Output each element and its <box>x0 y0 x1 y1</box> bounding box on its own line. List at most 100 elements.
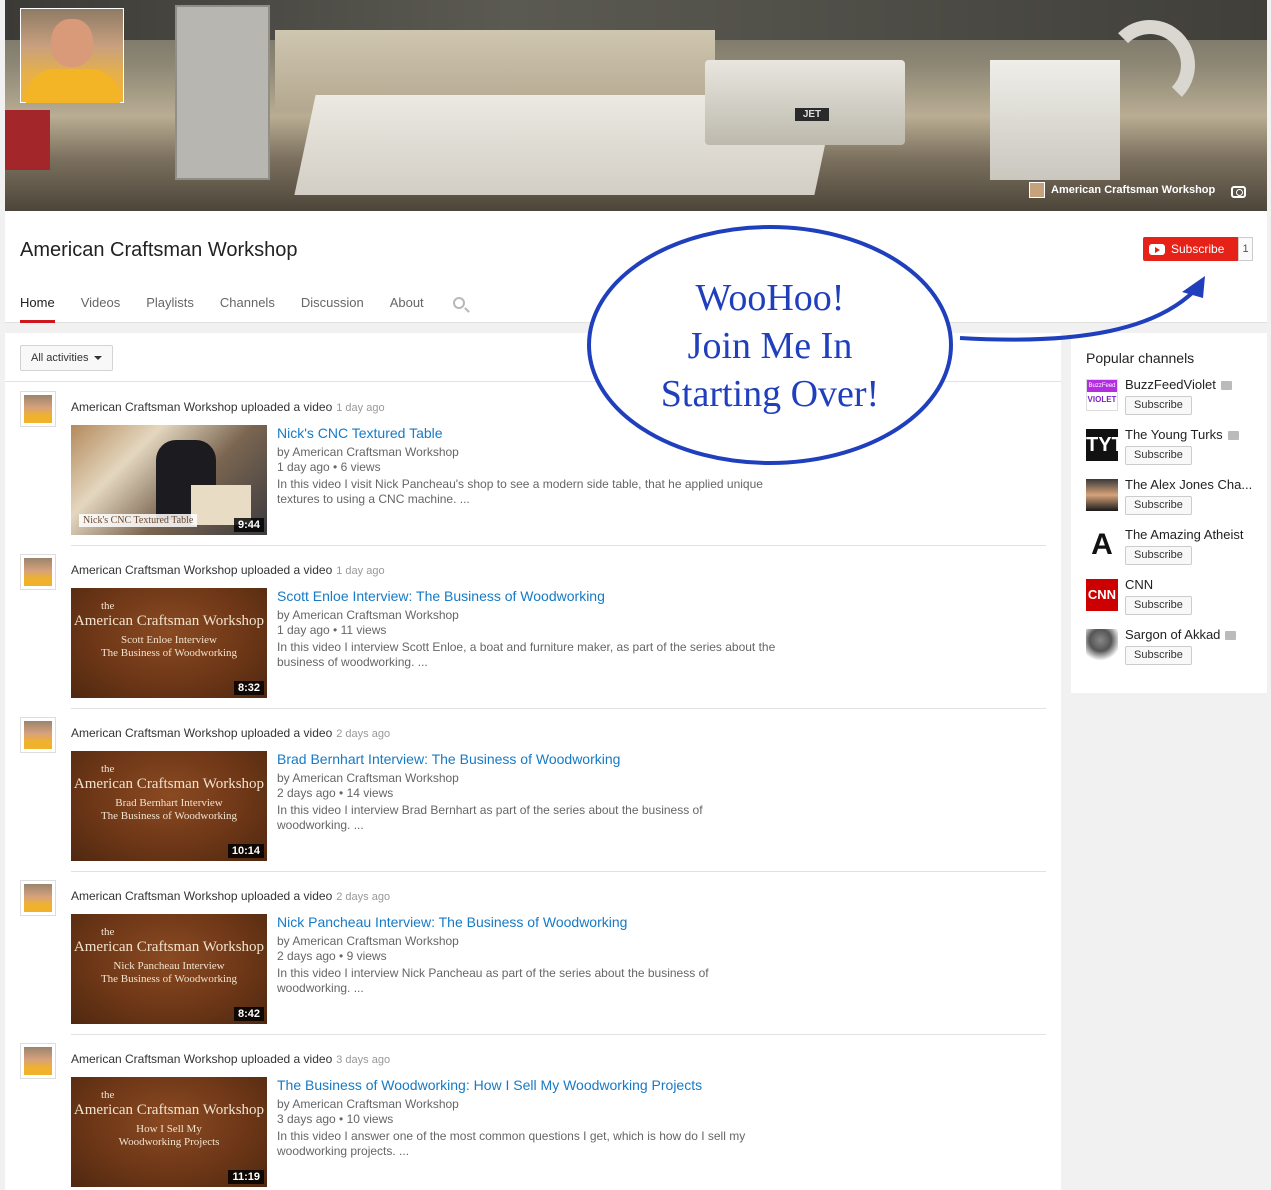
avatar[interactable] <box>20 554 56 590</box>
feed-item-ago: 1 day ago <box>336 402 385 414</box>
video-description: In this video I interview Scott Enloe, a… <box>277 640 776 669</box>
sargon-avatar[interactable] <box>1086 629 1118 661</box>
activity-feed: All activities American Craftsman Worksh… <box>5 333 1061 1190</box>
cnn-logo[interactable]: CNN <box>1086 579 1118 611</box>
video-title-link[interactable]: Scott Enloe Interview: The Business of W… <box>277 588 605 604</box>
video-byline: by American Craftsman Workshop <box>277 1097 459 1111</box>
tyt-logo[interactable]: TYT <box>1086 429 1124 461</box>
tab-discussion[interactable]: Discussion <box>301 291 364 323</box>
popular-channel-name[interactable]: The Alex Jones Cha... <box>1125 477 1252 492</box>
popular-channel-subscribe-button[interactable]: Subscribe <box>1125 646 1192 665</box>
tab-playlists[interactable]: Playlists <box>146 291 194 323</box>
feed-item: American Craftsman Workshop uploaded a v… <box>5 709 1061 872</box>
verified-icon <box>1227 431 1239 441</box>
channel-mini-avatar <box>1029 182 1045 198</box>
video-thumbnail[interactable]: the American Craftsman Workshop How I Se… <box>71 1077 267 1187</box>
feed-item: American Craftsman Workshop uploaded a v… <box>5 872 1061 1035</box>
video-stats: 2 days ago • 9 views <box>277 949 387 963</box>
feed-item-ago: 2 days ago <box>336 891 391 903</box>
verified-icon <box>1225 631 1237 641</box>
thumbnail-subtitle-2: The Business of Woodworking <box>100 973 238 985</box>
popular-channel-subscribe-button[interactable]: Subscribe <box>1125 496 1192 515</box>
popular-channel-item: CNN CNN Subscribe <box>1086 577 1266 625</box>
tab-videos[interactable]: Videos <box>81 291 121 323</box>
callout-line-2: Join Me In <box>687 325 853 367</box>
video-duration: 10:14 <box>227 844 264 858</box>
avatar[interactable] <box>20 1043 56 1079</box>
video-thumbnail[interactable]: the American Craftsman Workshop Nick Pan… <box>71 914 267 1024</box>
popular-channel-name[interactable]: The Young Turks <box>1125 427 1223 442</box>
video-title-link[interactable]: Nick's CNC Textured Table <box>277 425 443 441</box>
video-description: In this video I interview Brad Bernhart … <box>277 803 703 832</box>
popular-channel-subscribe-button[interactable]: Subscribe <box>1125 596 1192 615</box>
video-title-link[interactable]: Nick Pancheau Interview: The Business of… <box>277 914 627 930</box>
video-stats: 1 day ago • 11 views <box>277 623 387 637</box>
popular-channel-subscribe-button[interactable]: Subscribe <box>1125 546 1192 565</box>
video-duration: 9:44 <box>233 518 264 532</box>
popular-channel-name[interactable]: CNN <box>1125 577 1153 592</box>
feed-item-actor: American Craftsman Workshop uploaded a v… <box>71 400 333 414</box>
thumbnail-subtitle-2: The Business of Woodworking <box>100 647 238 659</box>
alex-jones-avatar[interactable] <box>1086 479 1118 511</box>
video-thumbnail[interactable]: the American Craftsman Workshop Scott En… <box>71 588 267 698</box>
channel-title: American Craftsman Workshop <box>20 239 298 261</box>
avatar[interactable] <box>20 717 56 753</box>
channel-tabs: Home Videos Playlists Channels Discussio… <box>20 291 450 323</box>
popular-channel-subscribe-button[interactable]: Subscribe <box>1125 446 1192 465</box>
video-byline: by American Craftsman Workshop <box>277 608 459 622</box>
video-byline: by American Craftsman Workshop <box>277 771 459 785</box>
tab-about[interactable]: About <box>390 291 424 323</box>
instagram-icon[interactable] <box>1231 186 1246 198</box>
thumbnail-subtitle-1: Nick Pancheau Interview <box>113 960 225 972</box>
popular-channel-item: The Alex Jones Cha... Subscribe <box>1086 477 1266 525</box>
popular-channel-item: Sargon of Akkad Subscribe <box>1086 627 1266 675</box>
thumbnail-brand: American Craftsman Workshop <box>73 939 265 955</box>
video-byline: by American Craftsman Workshop <box>277 445 459 459</box>
activity-filter-label: All activities <box>31 352 89 364</box>
activity-filter-dropdown[interactable]: All activities <box>20 345 114 371</box>
channel-avatar[interactable] <box>20 8 124 103</box>
popular-channel-name[interactable]: BuzzFeedViolet <box>1125 377 1216 392</box>
thumbnail-caption: Nick's CNC Textured Table <box>79 514 198 527</box>
video-stats: 3 days ago • 10 views <box>277 1112 394 1126</box>
banner-channel-link[interactable]: American Craftsman Workshop <box>1029 182 1215 198</box>
subscribe-button[interactable]: Subscribe <box>1143 237 1239 261</box>
video-thumbnail[interactable]: Nick's CNC Textured Table 9:44 <box>71 425 267 535</box>
tab-channels[interactable]: Channels <box>220 291 275 323</box>
feed-item: American Craftsman Workshop uploaded a v… <box>5 1035 1061 1190</box>
feed-item-actor: American Craftsman Workshop uploaded a v… <box>71 1052 333 1066</box>
avatar[interactable] <box>20 391 56 427</box>
thumbnail-brand: American Craftsman Workshop <box>73 1102 265 1118</box>
search-icon[interactable] <box>453 297 465 309</box>
popular-channel-item: A The Amazing Atheist Subscribe <box>1086 527 1266 575</box>
amazing-atheist-logo[interactable]: A <box>1086 529 1118 561</box>
avatar[interactable] <box>20 880 56 916</box>
tab-home[interactable]: Home <box>20 291 55 323</box>
video-title-link[interactable]: The Business of Woodworking: How I Sell … <box>277 1077 702 1093</box>
video-byline: by American Craftsman Workshop <box>277 934 459 948</box>
video-thumbnail[interactable]: the American Craftsman Workshop Brad Ber… <box>71 751 267 861</box>
thumbnail-subtitle-1: Scott Enloe Interview <box>121 634 217 646</box>
popular-channel-item: BuzzFeed VIOLET BuzzFeedViolet Subscribe <box>1086 377 1266 425</box>
video-description: In this video I answer one of the most c… <box>277 1129 746 1158</box>
callout-line-3: Starting Over! <box>660 373 880 415</box>
video-description: In this video I visit Nick Pancheau's sh… <box>277 477 763 506</box>
video-duration: 8:42 <box>233 1007 264 1021</box>
popular-channel-name[interactable]: Sargon of Akkad <box>1125 627 1220 642</box>
buzzfeedviolet-logo[interactable]: BuzzFeed VIOLET <box>1086 379 1118 411</box>
popular-channels-panel: Popular channels BuzzFeed VIOLET BuzzFee… <box>1071 333 1267 693</box>
subscriber-count: 1 <box>1238 237 1253 261</box>
popular-channel-name[interactable]: The Amazing Atheist <box>1125 527 1244 542</box>
jet-machine-label: JET <box>795 108 829 121</box>
thumbnail-subtitle-1: Brad Bernhart Interview <box>115 797 223 809</box>
thumbnail-subtitle-2: The Business of Woodworking <box>100 810 238 822</box>
feed-item: American Craftsman Workshop uploaded a v… <box>5 546 1061 709</box>
feed-item-actor: American Craftsman Workshop uploaded a v… <box>71 726 333 740</box>
popular-channel-subscribe-button[interactable]: Subscribe <box>1125 396 1192 415</box>
thumbnail-subtitle-1: How I Sell My <box>136 1123 202 1135</box>
youtube-channel-page: JET American Craftsman Workshop American… <box>0 0 1271 1190</box>
verified-icon <box>1220 381 1232 391</box>
channel-banner: JET American Craftsman Workshop <box>5 0 1267 211</box>
video-title-link[interactable]: Brad Bernhart Interview: The Business of… <box>277 751 620 767</box>
video-description: In this video I interview Nick Pancheau … <box>277 966 709 995</box>
